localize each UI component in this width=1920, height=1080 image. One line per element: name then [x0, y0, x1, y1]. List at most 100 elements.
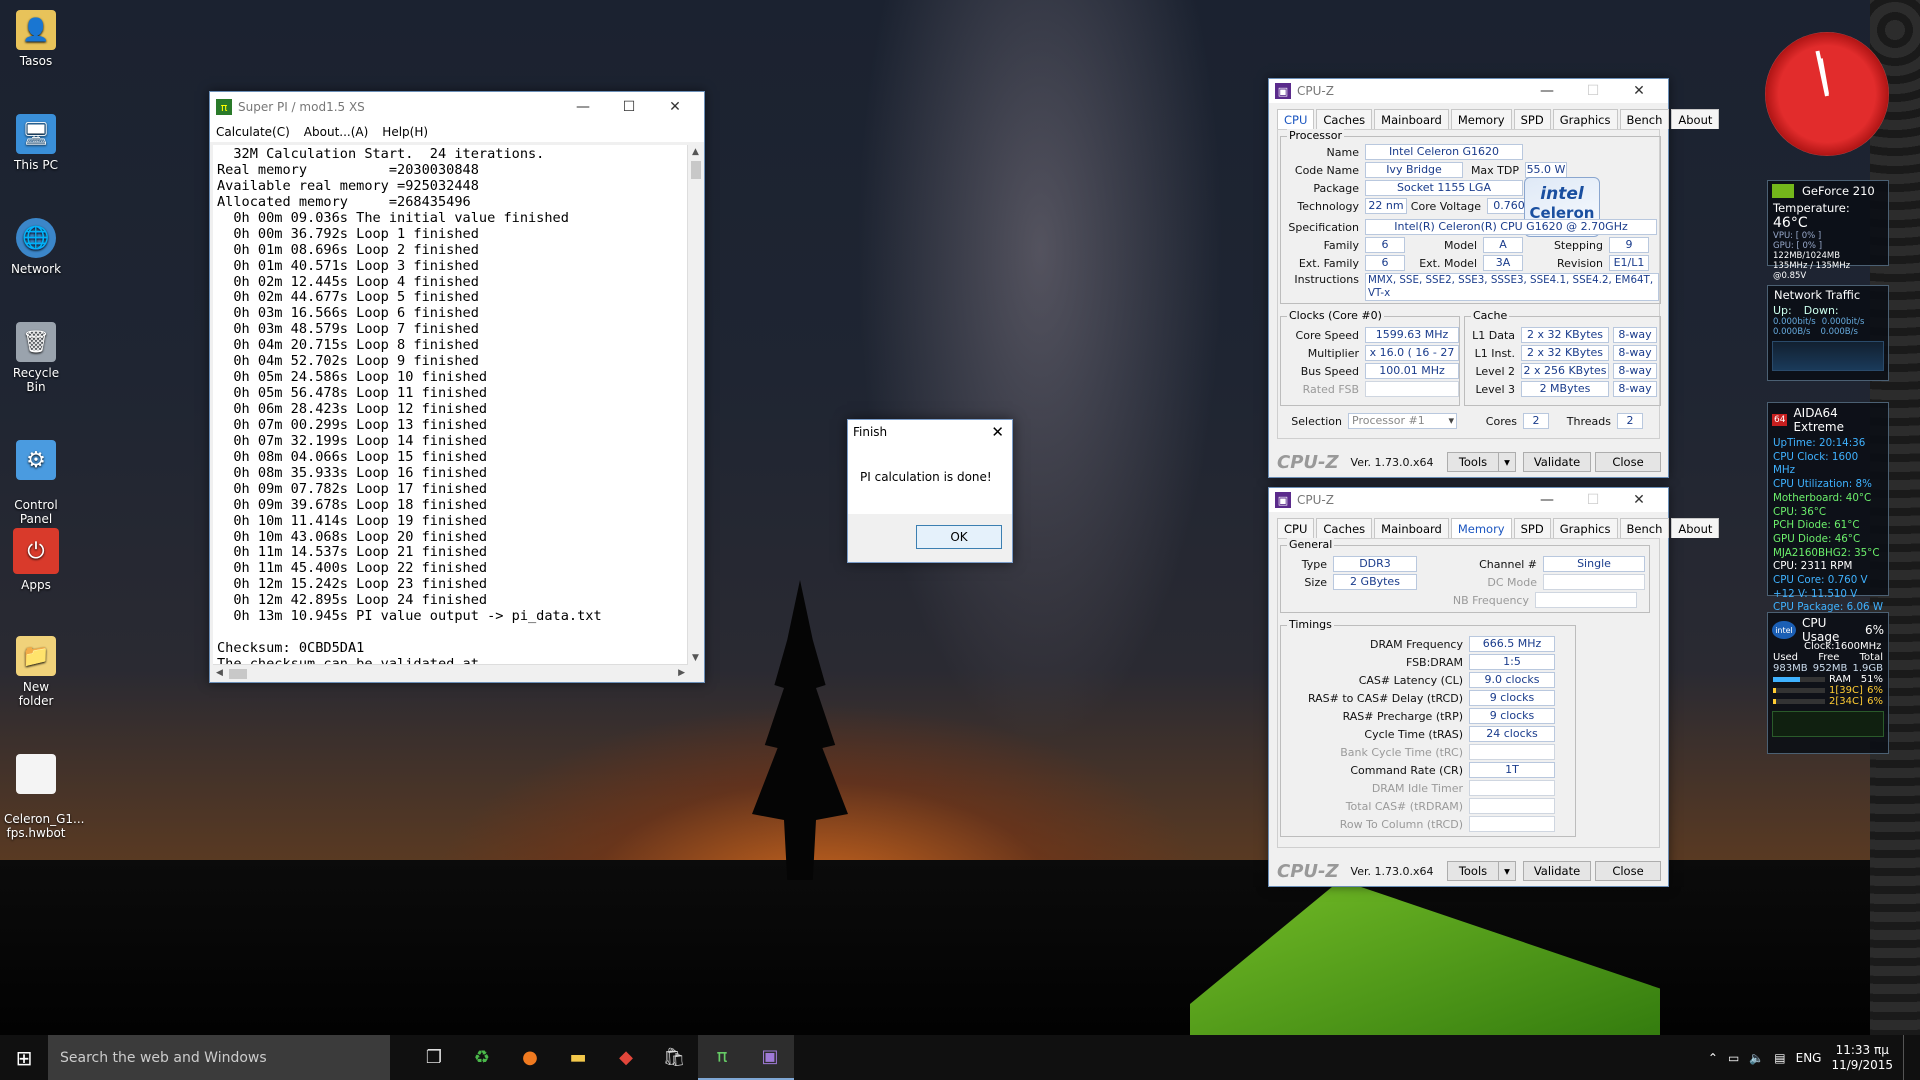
- desktop-icon-label: This PC: [14, 158, 58, 172]
- row-selection: Selection Processor #1 ▾ Cores 2 Threads…: [1280, 413, 1643, 429]
- horizontal-scrollbar[interactable]: ◀ ▶: [213, 664, 688, 682]
- chevron-up-icon[interactable]: ⌃: [1708, 1051, 1718, 1065]
- tab-graphics[interactable]: Graphics: [1552, 518, 1618, 538]
- cpuz-memory-window[interactable]: ▣ CPU-Z — ☐ ✕ CPU Caches Mainboard Memor…: [1268, 487, 1720, 887]
- minimize-button[interactable]: —: [560, 99, 606, 115]
- tab-memory[interactable]: Memory: [1450, 109, 1512, 129]
- task-view-icon[interactable]: ❐: [410, 1035, 458, 1080]
- tab-bench[interactable]: Bench: [1619, 109, 1670, 129]
- search-box[interactable]: Search the web and Windows: [48, 1035, 390, 1080]
- start-button[interactable]: ⊞: [0, 1035, 48, 1080]
- desktop-icon-this-pc[interactable]: 🖥 This PC: [4, 114, 68, 172]
- cpuz-cpu-window[interactable]: ▣ CPU-Z — ☐ ✕ CPU Caches Mainboard Memor…: [1268, 78, 1720, 478]
- file-explorer-icon[interactable]: ▬: [554, 1035, 602, 1080]
- intel-icon: intel: [1772, 621, 1796, 639]
- processor-group: Processor Name Intel Celeron G1620 Code …: [1280, 129, 1661, 304]
- minimize-button[interactable]: —: [1524, 492, 1570, 508]
- desktop-icon-apps[interactable]: ⏻ Apps: [4, 528, 68, 592]
- cpuz-taskbar-icon[interactable]: ▣: [746, 1035, 794, 1080]
- tab-spd[interactable]: SPD: [1513, 518, 1551, 538]
- close-app-button[interactable]: Close: [1595, 452, 1661, 472]
- tab-caches[interactable]: Caches: [1316, 518, 1373, 538]
- desktop-icon-control-panel[interactable]: ⚙ Control Panel: [4, 426, 68, 540]
- calculation-log[interactable]: 32M Calculation Start. 24 iterations. Rea…: [213, 145, 688, 665]
- scroll-down-icon[interactable]: ▼: [692, 653, 699, 663]
- maximize-button[interactable]: ☐: [606, 99, 652, 115]
- close-button[interactable]: ✕: [652, 99, 698, 115]
- volume-icon[interactable]: 🔈: [1749, 1051, 1764, 1065]
- label-revision: Revision: [1557, 256, 1603, 270]
- superpi-titlebar[interactable]: π Super PI / mod1.5 XS — ☐ ✕: [210, 92, 704, 122]
- processor-select[interactable]: Processor #1 ▾: [1348, 413, 1457, 429]
- menu-help[interactable]: Help(H): [382, 125, 428, 139]
- tab-memory[interactable]: Memory: [1450, 518, 1512, 538]
- cpu-usage-percent: 6%: [1864, 623, 1884, 637]
- tab-bench[interactable]: Bench: [1619, 518, 1670, 538]
- desktop-icon-recycle-bin[interactable]: 🗑 Recycle Bin: [4, 322, 68, 394]
- close-app-button[interactable]: Close: [1595, 861, 1661, 881]
- cpu-usage-graph: [1772, 711, 1884, 737]
- desktop-icon-tasos[interactable]: 👤 Tasos: [4, 10, 68, 68]
- vertical-scrollbar[interactable]: ▲ ▼: [687, 145, 704, 665]
- tab-mainboard[interactable]: Mainboard: [1374, 518, 1449, 538]
- tab-caches[interactable]: Caches: [1316, 109, 1373, 129]
- app-icon-green[interactable]: ♻: [458, 1035, 506, 1080]
- scroll-thumb[interactable]: [691, 161, 701, 179]
- tools-button[interactable]: Tools: [1447, 452, 1499, 472]
- cpuz-app-icon: ▣: [1275, 83, 1291, 99]
- close-button[interactable]: ✕: [1616, 492, 1662, 508]
- scroll-up-icon[interactable]: ▲: [692, 147, 699, 157]
- tab-graphics[interactable]: Graphics: [1552, 109, 1618, 129]
- label-l1-inst: L1 Inst.: [1474, 346, 1515, 360]
- scroll-thumb[interactable]: [229, 669, 247, 679]
- cpuz-titlebar[interactable]: ▣ CPU-Z — ☐ ✕: [1269, 488, 1668, 512]
- tab-mainboard[interactable]: Mainboard: [1374, 109, 1449, 129]
- store-icon[interactable]: 🛍: [650, 1035, 698, 1080]
- validate-button[interactable]: Validate: [1523, 861, 1591, 881]
- timing-label: Bank Cycle Time (tRC): [1340, 745, 1463, 759]
- tab-cpu[interactable]: CPU: [1277, 109, 1315, 129]
- taskbar-clock[interactable]: 11:33 πμ 11/9/2015: [1831, 1043, 1893, 1073]
- cpuz-titlebar[interactable]: ▣ CPU-Z — ☐ ✕: [1269, 79, 1668, 103]
- tools-button[interactable]: Tools: [1447, 861, 1499, 881]
- language-indicator[interactable]: ENG: [1796, 1051, 1822, 1065]
- tools-dropdown-icon[interactable]: ▾: [1498, 452, 1516, 472]
- close-button[interactable]: ✕: [1616, 83, 1662, 99]
- ram-usage-row: RAM 51%: [1768, 674, 1888, 685]
- timing-value: [1469, 744, 1555, 760]
- superpi-window[interactable]: π Super PI / mod1.5 XS — ☐ ✕ Calculate(C…: [209, 91, 705, 683]
- action-center-icon[interactable]: ▤: [1774, 1051, 1785, 1065]
- scroll-left-icon[interactable]: ◀: [216, 668, 223, 678]
- desktop-icon-hwbot-file[interactable]: Celeron_G1... fps.hwbot: [4, 740, 84, 854]
- analog-clock-gadget: [1765, 32, 1889, 156]
- tab-about[interactable]: About: [1671, 109, 1720, 129]
- gpu-temp-label: Temperature:: [1773, 201, 1850, 215]
- minimize-button[interactable]: —: [1524, 83, 1570, 99]
- log-line: 0h 13m 10.945s PI value output -> pi_dat…: [217, 608, 602, 625]
- desktop-icon-network[interactable]: 🌐 Network: [4, 218, 68, 276]
- firefox-icon[interactable]: ●: [506, 1035, 554, 1080]
- network-tray-icon[interactable]: ▭: [1728, 1051, 1739, 1065]
- menu-about[interactable]: About...(A): [304, 125, 369, 139]
- ok-button[interactable]: OK: [916, 525, 1002, 549]
- cpuz-footer: CPU-Z Ver. 1.73.0.x64 Tools ▾ Validate C…: [1269, 447, 1668, 477]
- tab-cpu[interactable]: CPU: [1277, 518, 1315, 538]
- tab-spd[interactable]: SPD: [1513, 109, 1551, 129]
- scroll-right-icon[interactable]: ▶: [678, 668, 685, 678]
- maximize-button[interactable]: ☐: [1570, 83, 1616, 99]
- maximize-button[interactable]: ☐: [1570, 492, 1616, 508]
- log-line: Allocated memory =268435496: [217, 193, 471, 210]
- validate-button[interactable]: Validate: [1523, 452, 1591, 472]
- superpi-taskbar-icon[interactable]: π: [698, 1035, 746, 1080]
- menu-calculate[interactable]: Calculate(C): [216, 125, 290, 139]
- row-type: Type DDR3 Channel # Single: [1281, 556, 1645, 572]
- log-line: 0h 08m 04.066s Loop 15 finished: [217, 448, 488, 465]
- tab-about[interactable]: About: [1671, 518, 1720, 538]
- desktop-icon-new-folder[interactable]: 📁 New folder: [4, 636, 68, 708]
- close-icon[interactable]: ✕: [991, 423, 1004, 441]
- app-icon-red[interactable]: ◆: [602, 1035, 650, 1080]
- timing-label: FSB:DRAM: [1405, 655, 1463, 669]
- tools-dropdown-icon[interactable]: ▾: [1498, 861, 1516, 881]
- finish-dialog[interactable]: Finish ✕ PI calculation is done! OK: [847, 419, 1013, 563]
- show-desktop-button[interactable]: [1903, 1035, 1910, 1080]
